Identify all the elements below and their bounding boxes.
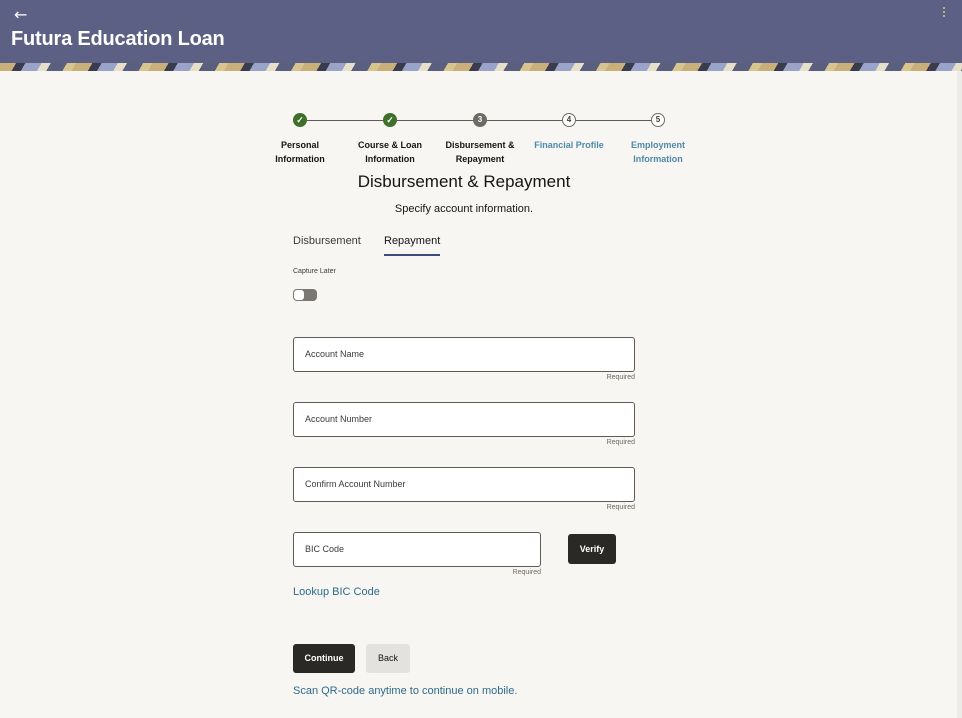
step-3-label: Disbursement & Repayment	[445, 140, 515, 164]
tab-disbursement[interactable]: Disbursement	[293, 235, 361, 254]
continue-button[interactable]: Continue	[293, 644, 355, 673]
step-1-label[interactable]: Personal Information	[250, 138, 350, 166]
confirm-account-number-label: Confirm Account Number	[305, 479, 406, 489]
step-2-check-icon[interactable]: ✓	[383, 113, 397, 127]
capture-later-toggle[interactable]	[293, 289, 317, 301]
app-header: ← Futura Education Loan	[0, 0, 962, 63]
account-name-required: Required	[606, 374, 635, 381]
toggle-knob	[294, 290, 304, 300]
bic-code-field[interactable]: BIC Code	[293, 532, 541, 567]
account-number-label: Account Number	[305, 414, 373, 424]
step-1-check-icon[interactable]: ✓	[293, 113, 307, 127]
verify-button[interactable]: Verify	[568, 534, 616, 564]
step-5-indicator: 5	[651, 113, 665, 127]
step-5-label: Employment Information	[630, 140, 685, 164]
step-4-indicator: 4	[562, 113, 576, 127]
account-name-field[interactable]: Account Name	[293, 337, 635, 372]
account-name-label: Account Name	[305, 349, 365, 359]
account-number-required: Required	[606, 439, 635, 446]
back-arrow-icon[interactable]: ←	[14, 6, 27, 24]
bic-code-label: BIC Code	[305, 544, 345, 554]
confirm-account-number-field[interactable]: Confirm Account Number	[293, 467, 635, 502]
step-2-label[interactable]: Course & Loan Information	[340, 138, 440, 166]
step-4-label: Financial Profile	[534, 140, 604, 150]
decorative-banner	[0, 63, 962, 71]
account-number-field[interactable]: Account Number	[293, 402, 635, 437]
step-3-indicator: 3	[473, 113, 487, 127]
stepper-connector	[576, 120, 651, 121]
scrollbar-track[interactable]	[957, 71, 962, 718]
back-button[interactable]: Back	[366, 644, 410, 673]
stepper-connector	[487, 120, 562, 121]
stepper-connector	[397, 120, 473, 121]
lookup-bic-code-link[interactable]: Lookup BIC Code	[293, 586, 380, 598]
section-subtitle: Specify account information.	[394, 203, 534, 215]
confirm-account-number-required: Required	[606, 504, 635, 511]
qr-code-link[interactable]: Scan QR-code anytime to continue on mobi…	[293, 685, 517, 697]
tab-repayment[interactable]: Repayment	[384, 235, 441, 256]
kebab-menu-icon[interactable]	[940, 7, 948, 23]
bic-code-required: Required	[512, 569, 541, 576]
capture-later-label: Capture Later	[293, 268, 336, 275]
app-title: Futura Education Loan	[11, 28, 225, 50]
section-title: Disbursement & Repayment	[357, 172, 571, 191]
stepper-connector	[307, 120, 383, 121]
